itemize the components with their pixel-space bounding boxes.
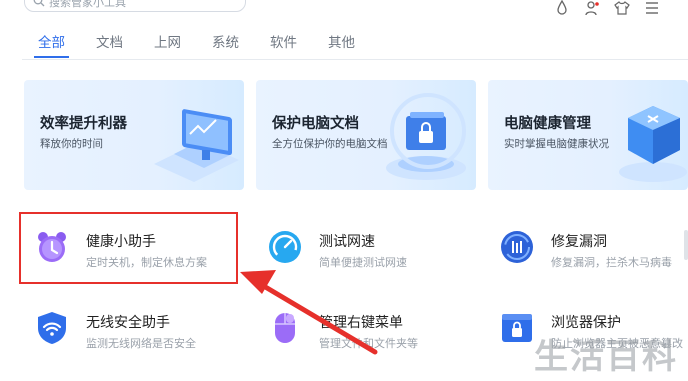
red-arrow-annotation [240,270,378,355]
scrollbar[interactable] [684,230,688,260]
watermark-text: 生活百科 [534,337,678,377]
